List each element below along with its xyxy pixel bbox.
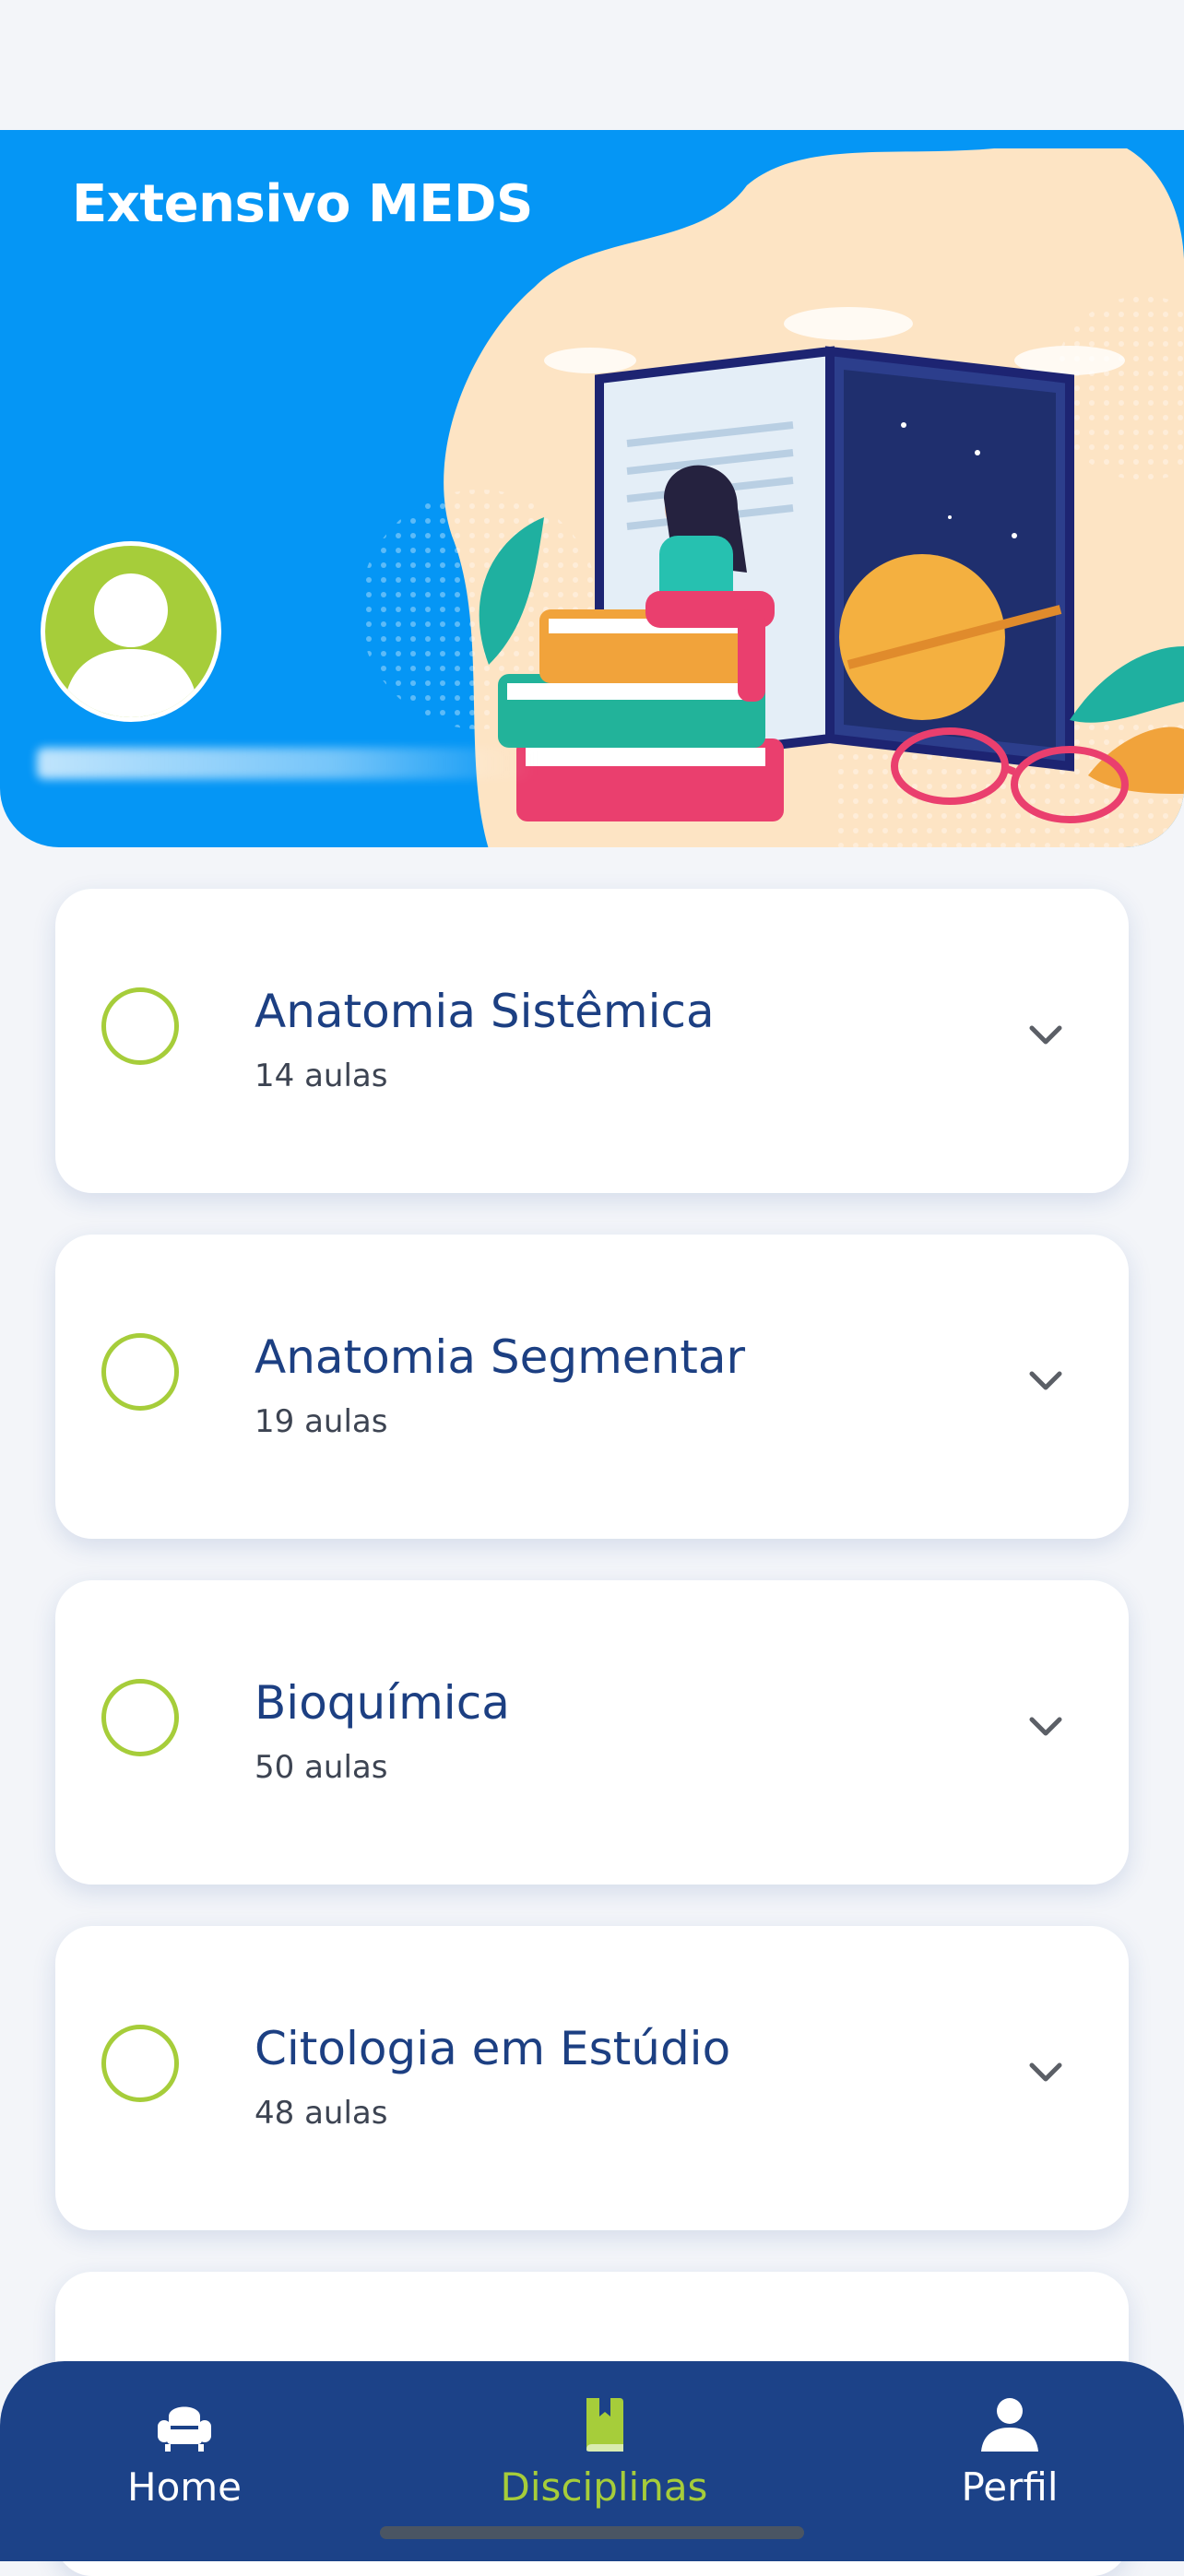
lesson-count: 48 aulas	[255, 2095, 388, 2132]
nav-label: Disciplinas	[500, 2464, 708, 2510]
user-avatar[interactable]	[41, 541, 221, 722]
book-icon	[586, 2398, 623, 2452]
nav-label: Perfil	[961, 2464, 1059, 2510]
discipline-card[interactable]: Anatomia Segmentar 19 aulas	[55, 1235, 1129, 1539]
progress-ring-icon	[101, 1679, 179, 1756]
progress-ring-icon	[101, 2025, 179, 2102]
nav-label: Home	[126, 2464, 243, 2510]
progress-ring-icon	[101, 987, 179, 1065]
nav-item-disciplinas[interactable]: Disciplinas	[466, 2393, 742, 2510]
user-name-redacted	[37, 748, 535, 779]
progress-ring-icon	[101, 1333, 179, 1411]
person-icon	[64, 573, 198, 717]
chevron-down-icon[interactable]	[1029, 1371, 1062, 1391]
lesson-count: 50 aulas	[255, 1749, 388, 1786]
chevron-down-icon[interactable]	[1029, 1025, 1062, 1046]
discipline-title: Anatomia Segmentar	[255, 1330, 746, 1384]
discipline-card[interactable]: Anatomia Sistêmica 14 aulas	[55, 889, 1129, 1193]
discipline-title: Citologia em Estúdio	[255, 2022, 731, 2075]
study-illustration	[360, 148, 1184, 847]
person-icon	[981, 2398, 1038, 2452]
status-bar	[0, 0, 1184, 130]
discipline-card[interactable]: Bioquímica 50 aulas	[55, 1580, 1129, 1885]
lesson-count: 19 aulas	[255, 1403, 388, 1440]
discipline-title: Bioquímica	[255, 1676, 510, 1730]
discipline-card[interactable]: Citologia em Estúdio 48 aulas	[55, 1926, 1129, 2230]
chevron-down-icon[interactable]	[1029, 1717, 1062, 1737]
lesson-count: 14 aulas	[255, 1058, 388, 1094]
discipline-title: Anatomia Sistêmica	[255, 985, 715, 1038]
chevron-down-icon[interactable]	[1029, 2062, 1062, 2083]
course-hero-banner: Extensivo MEDS	[0, 130, 1184, 847]
home-indicator[interactable]	[380, 2526, 804, 2539]
armchair-icon	[158, 2406, 211, 2452]
nav-item-perfil[interactable]: Perfil	[871, 2393, 1148, 2510]
nav-item-home[interactable]: Home	[46, 2393, 323, 2510]
